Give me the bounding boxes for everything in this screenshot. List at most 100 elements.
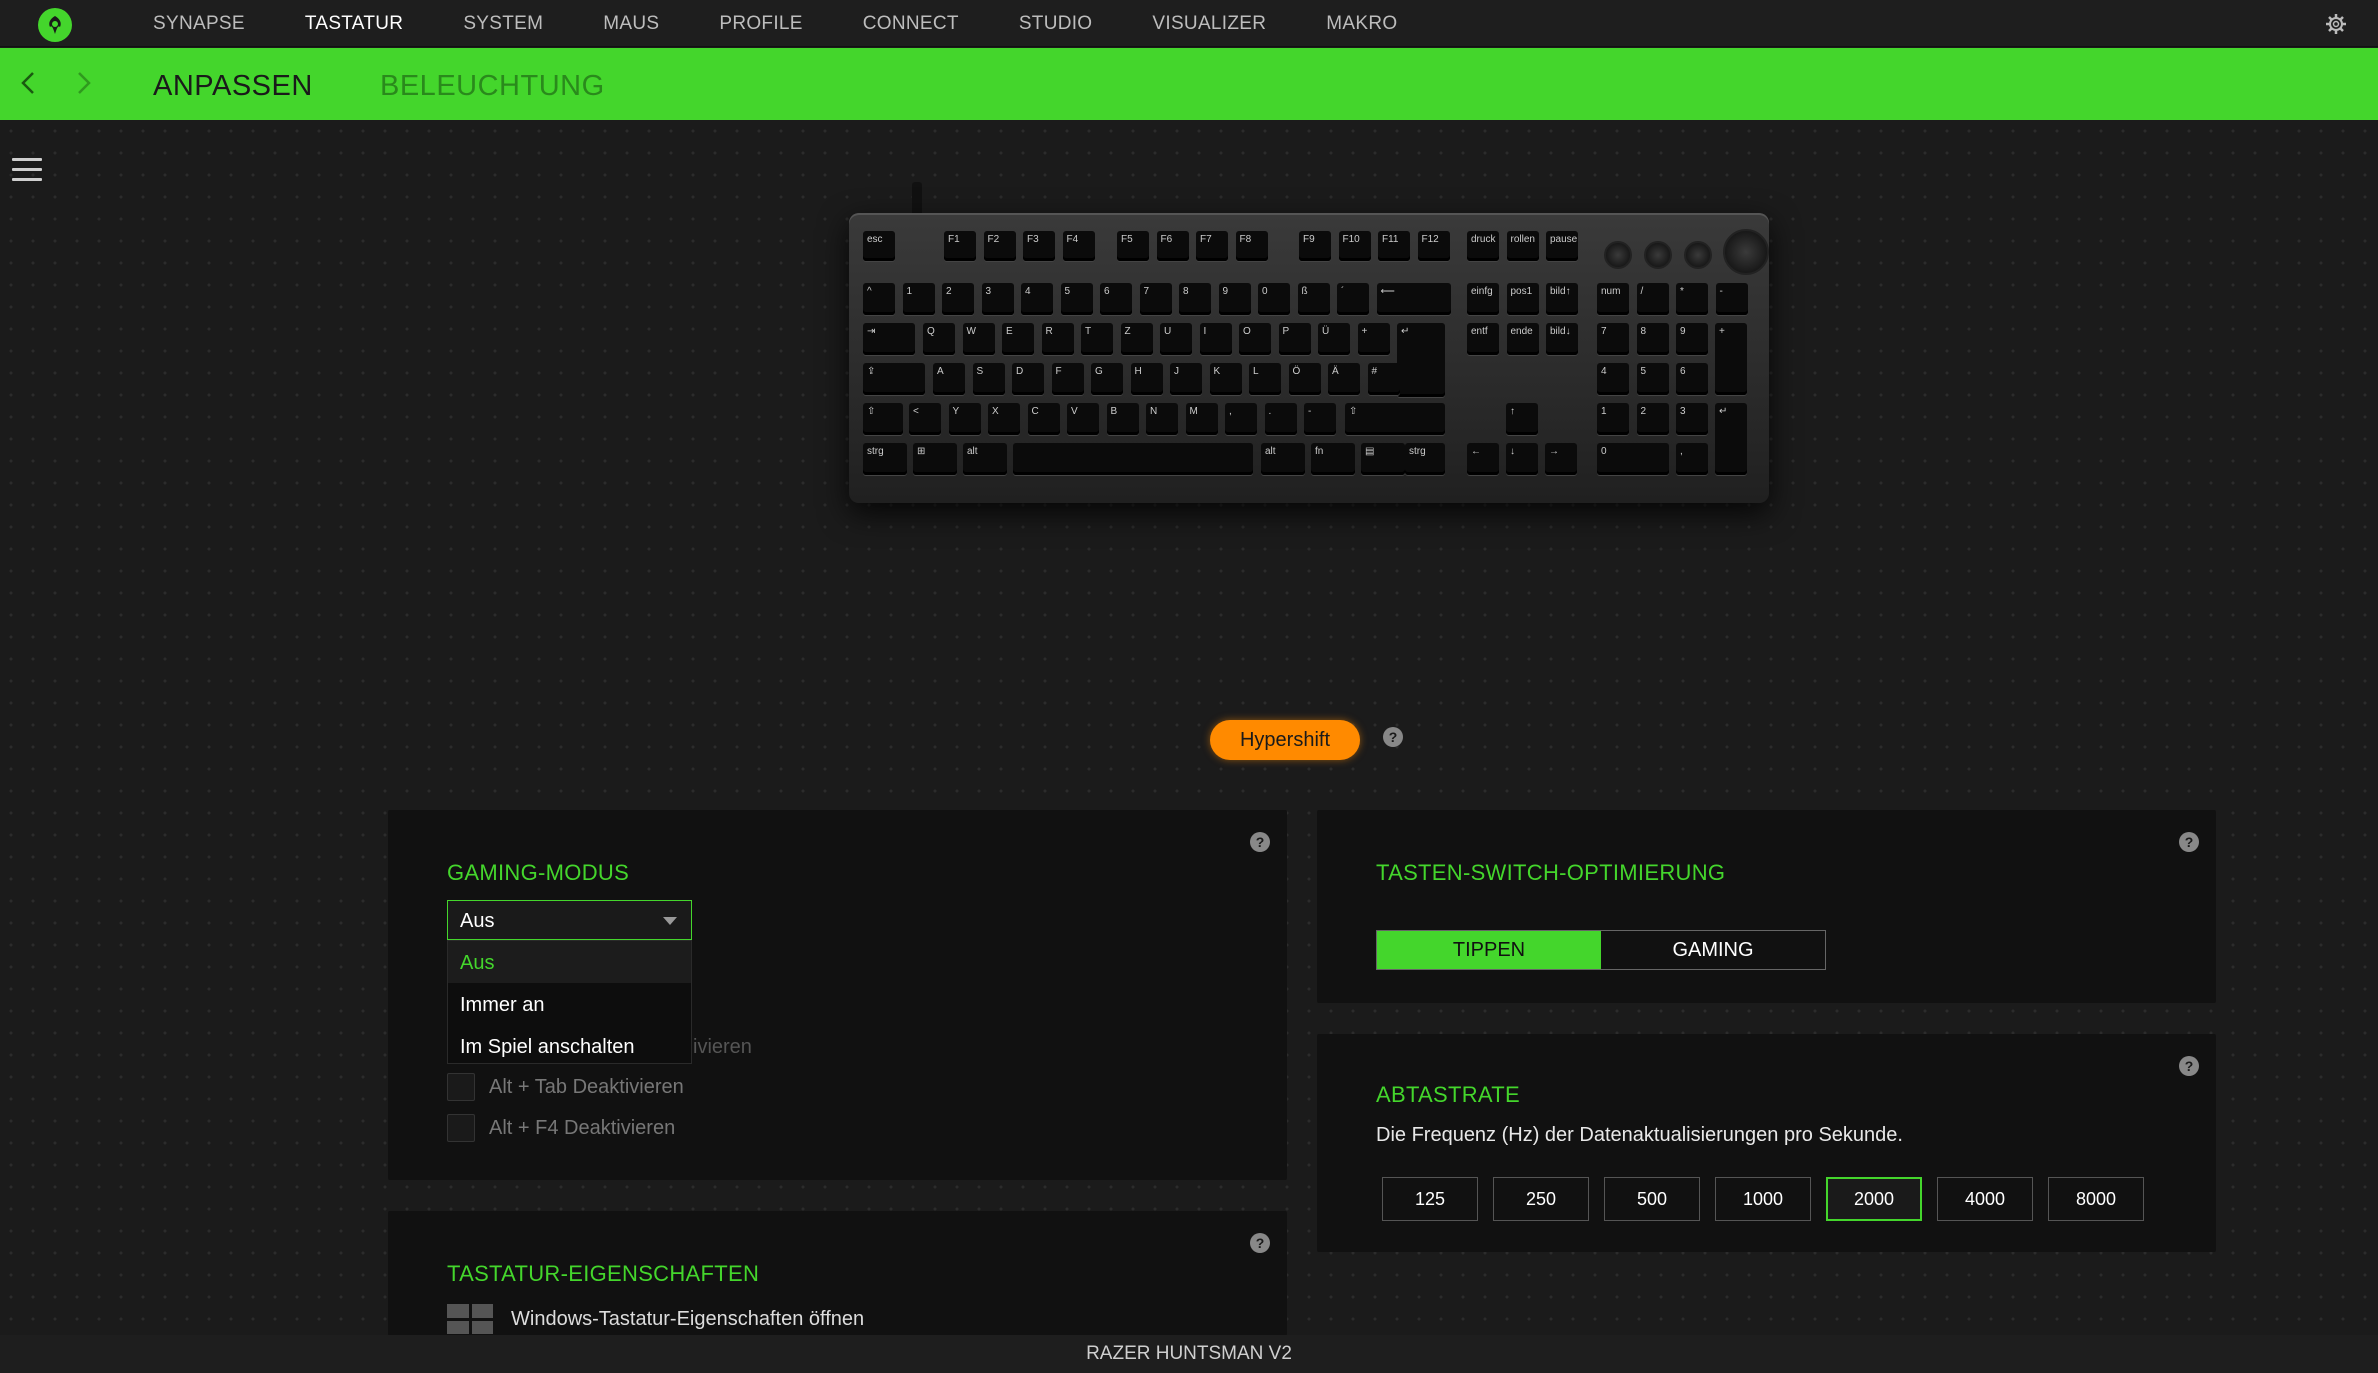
keycap[interactable]: 6	[1100, 283, 1132, 315]
keycap[interactable]: +	[1357, 323, 1390, 355]
keycap[interactable]: 1	[1597, 403, 1629, 435]
windows-keyboard-properties-link[interactable]: Windows-Tastatur-Eigenschaften öffnen	[447, 1304, 864, 1334]
media-button[interactable]	[1604, 241, 1632, 269]
keycap[interactable]: ▤	[1361, 443, 1405, 475]
keycap[interactable]: ⇧	[863, 403, 903, 435]
razer-logo-icon[interactable]	[38, 8, 72, 42]
nav-tab-profile[interactable]: PROFILE	[719, 0, 802, 47]
back-arrow-icon[interactable]	[14, 68, 44, 98]
keycap[interactable]: F11	[1378, 231, 1410, 261]
keycap[interactable]: T	[1081, 323, 1113, 355]
keycap[interactable]: +	[1715, 323, 1747, 395]
keycap[interactable]: ^	[863, 283, 895, 315]
keycap[interactable]: ↵	[1397, 323, 1445, 397]
keycap[interactable]: B	[1106, 403, 1139, 435]
alt-f4-checkbox[interactable]	[447, 1114, 475, 1142]
nav-tab-synapse[interactable]: SYNAPSE	[153, 0, 245, 47]
keycap[interactable]: Q	[923, 323, 955, 355]
keycap[interactable]: 0	[1258, 283, 1290, 315]
keycap[interactable]: 5	[1060, 283, 1093, 315]
keycap[interactable]: einfg	[1467, 283, 1499, 315]
keycap[interactable]: esc	[863, 231, 895, 261]
keycap[interactable]	[1013, 443, 1253, 475]
menu-option-immer-an[interactable]: Immer an	[448, 983, 691, 1025]
keycap[interactable]: ↓	[1506, 443, 1538, 475]
keycap[interactable]: 5	[1636, 363, 1669, 395]
keycap[interactable]: 9	[1676, 323, 1708, 355]
gaming-mode-help-icon[interactable]: ?	[1250, 832, 1270, 852]
keycap[interactable]: O	[1239, 323, 1271, 355]
keycap[interactable]: 1	[902, 283, 935, 315]
keycap[interactable]: num	[1597, 283, 1629, 315]
keycap[interactable]: Ü	[1318, 323, 1350, 355]
subtab-anpassen[interactable]: ANPASSEN	[153, 70, 313, 103]
toggle-gaming[interactable]: GAMING	[1601, 931, 1825, 969]
keycap[interactable]: F8	[1235, 231, 1268, 261]
forward-arrow-icon[interactable]	[68, 68, 98, 98]
keycap[interactable]: 4	[1021, 283, 1053, 315]
keycap[interactable]: .	[1264, 403, 1297, 435]
keycap[interactable]: F	[1051, 363, 1084, 395]
keycap[interactable]: entf	[1467, 323, 1499, 355]
keycap[interactable]: #	[1367, 363, 1400, 395]
keycap[interactable]: alt	[1261, 443, 1305, 475]
keycap[interactable]: -	[1304, 403, 1336, 435]
volume-dial[interactable]	[1723, 229, 1769, 275]
rate-button-8000[interactable]: 8000	[2048, 1177, 2144, 1221]
settings-gear-icon[interactable]	[2324, 12, 2348, 36]
rate-button-125[interactable]: 125	[1382, 1177, 1478, 1221]
keycap[interactable]: ↑	[1506, 403, 1538, 435]
keycap[interactable]: F10	[1338, 231, 1371, 261]
hypershift-help-icon[interactable]: ?	[1383, 727, 1403, 747]
keycap[interactable]: ß	[1297, 283, 1330, 315]
keycap[interactable]: pause	[1546, 231, 1578, 261]
rate-button-500[interactable]: 500	[1604, 1177, 1700, 1221]
keycap[interactable]: Ö	[1288, 363, 1321, 395]
keycap[interactable]: →	[1545, 443, 1577, 475]
menu-hamburger-icon[interactable]	[12, 158, 42, 184]
keycap[interactable]: ´	[1337, 283, 1369, 315]
keycap[interactable]: Ä	[1328, 363, 1360, 395]
keycap[interactable]: bild↓	[1546, 323, 1578, 355]
rate-button-4000[interactable]: 4000	[1937, 1177, 2033, 1221]
keycap[interactable]: *	[1676, 283, 1708, 315]
keycap[interactable]: ↵	[1715, 403, 1747, 475]
keycap[interactable]: ⟵	[1376, 283, 1451, 315]
keycap[interactable]: S	[972, 363, 1005, 395]
nav-tab-system[interactable]: SYSTEM	[463, 0, 543, 47]
keycap[interactable]: ,	[1225, 403, 1257, 435]
keycap[interactable]: F1	[944, 231, 976, 261]
nav-tab-maus[interactable]: MAUS	[603, 0, 659, 47]
keycap[interactable]: 0	[1597, 443, 1669, 475]
keycap[interactable]: /	[1636, 283, 1669, 315]
keycap[interactable]: X	[988, 403, 1020, 435]
keycap[interactable]: D	[1012, 363, 1044, 395]
rate-button-2000[interactable]: 2000	[1826, 1177, 1922, 1221]
keycap[interactable]: I	[1199, 323, 1232, 355]
keycap[interactable]: P	[1278, 323, 1311, 355]
keyboard-properties-help-icon[interactable]: ?	[1250, 1233, 1270, 1253]
switch-optimization-help-icon[interactable]: ?	[2179, 832, 2199, 852]
keycap[interactable]: U	[1160, 323, 1192, 355]
keycap[interactable]: 9	[1218, 283, 1251, 315]
nav-tab-visualizer[interactable]: VISUALIZER	[1152, 0, 1266, 47]
keycap[interactable]: 8	[1179, 283, 1211, 315]
gaming-mode-dropdown[interactable]: Aus	[447, 900, 692, 940]
keycap[interactable]: 7	[1139, 283, 1172, 315]
keycap[interactable]: F3	[1023, 231, 1055, 261]
polling-rate-help-icon[interactable]: ?	[2179, 1056, 2199, 1076]
keycap[interactable]: V	[1067, 403, 1099, 435]
keycap[interactable]: ⇪	[863, 363, 925, 395]
keycap[interactable]: W	[962, 323, 995, 355]
keycap[interactable]: strg	[863, 443, 907, 475]
media-button[interactable]	[1644, 241, 1672, 269]
keycap[interactable]: C	[1027, 403, 1060, 435]
keycap[interactable]: G	[1091, 363, 1123, 395]
keycap[interactable]: ⇧	[1345, 403, 1445, 435]
keycap[interactable]: rollen	[1506, 231, 1539, 261]
keycap[interactable]: F5	[1117, 231, 1149, 261]
keycap[interactable]: N	[1146, 403, 1178, 435]
keycap[interactable]: fn	[1311, 443, 1355, 475]
alt-tab-checkbox[interactable]	[447, 1073, 475, 1101]
keycap[interactable]: -	[1715, 283, 1748, 315]
